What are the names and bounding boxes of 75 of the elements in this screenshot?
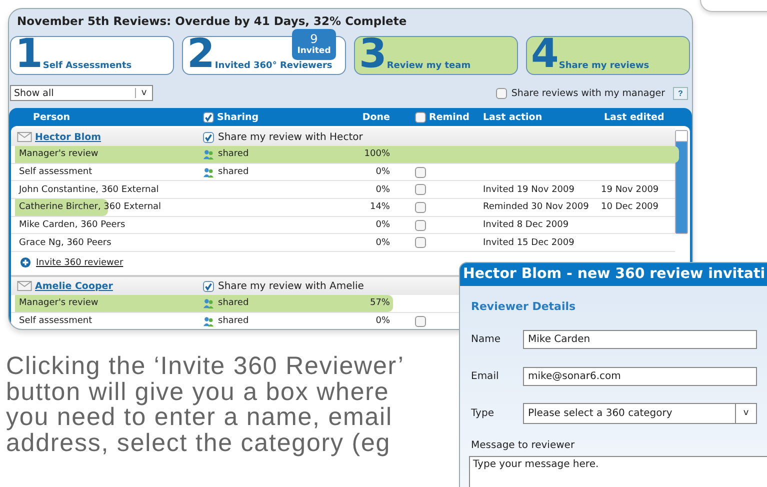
checkbox[interactable] [415,316,426,327]
checkbox[interactable] [415,220,426,231]
checkbox[interactable] [415,166,426,178]
envelope-icon[interactable] [17,132,32,142]
table-cell: Catherine Bircher, 360 External [19,202,162,212]
invite-link[interactable]: Invite 360 reviewer [36,258,124,268]
filter-dropdown[interactable]: Show all v [10,85,153,101]
table-cell: 0% [376,316,390,326]
table-cell: John Constantine, 360 External [19,184,159,195]
table-cell: 57% [370,298,390,308]
table-cell: Invited 15 Dec 2009 [483,238,574,248]
table-cell: shared [218,167,249,178]
checkbox[interactable] [415,237,426,248]
people-icon [203,148,214,160]
step-tile[interactable]: 3 Review my team [354,36,518,75]
checkbox[interactable] [203,132,214,142]
table-cell: 19 Nov 2009 [601,184,659,195]
checkbox[interactable] [415,202,426,213]
column-header: Sharing [217,112,259,122]
checkbox[interactable] [496,88,508,98]
section-heading: Reviewer Details [471,300,577,313]
envelope-icon[interactable] [17,281,32,292]
table-cell: shared [218,149,249,160]
checkbox-label: Share my review with Hector [218,132,363,142]
panel-title: November 5th Reviews: Overdue by 41 Days, 32% Complete [16,13,408,30]
help-button[interactable]: ? [673,86,688,100]
people-icon [203,166,214,178]
table-cell: Self assessment [19,316,92,326]
table-cell: Grace Ng, 360 Peers [19,238,112,248]
header-checkbox[interactable] [203,112,214,122]
column-header: Last action [483,112,542,122]
caption-text: Clicking the ‘Invite 360 Reviewer’ button will give you a box where you need to enter a name, email address, select the category (eg [6,354,404,456]
column-header: Done [362,112,390,122]
table-cell: 10 Dec 2009 [601,202,658,212]
table-cell: Invited 8 Dec 2009 [483,220,569,230]
field-label: Type [471,408,495,418]
scrollbar[interactable] [675,130,688,234]
column-header: Last edited [604,112,664,122]
checkbox-label: Share reviews with my manager [511,88,665,98]
dialog-title: Hector Blom - new 360 review invitati [460,263,767,286]
people-icon [203,316,214,327]
table-cell: Reminded 30 Nov 2009 [483,202,589,212]
type-dropdown[interactable]: Please select a 360 category v [523,402,757,424]
checkbox[interactable] [203,280,214,292]
checkbox-label: Share my review with Amelie [218,280,364,292]
table-cell: Manager's review [19,298,98,308]
table-cell: shared [218,316,249,326]
table-cell: Self assessment [19,167,92,178]
name-field[interactable]: Mike Carden [523,330,757,348]
table-cell: 0% [376,220,390,230]
step-tile[interactable]: 1 Self Assessments [10,36,174,75]
table-cell: Invited 19 Nov 2009 [483,184,574,195]
header-checkbox[interactable] [415,112,426,122]
table-cell: 0% [376,167,390,178]
invited-count-tooltip: 9 Invited [292,29,336,60]
table-cell: 14% [370,202,390,212]
table-cell: 0% [376,184,390,195]
email-field[interactable]: mike@sonar6.com [523,366,757,386]
checkbox[interactable] [415,184,426,196]
table-cell: Manager's review [19,149,98,160]
step-tile[interactable]: 4 Share my reviews [526,36,690,75]
field-label: Name [471,334,502,344]
person-link[interactable]: Amelie Cooper [35,280,113,292]
person-link[interactable]: Hector Blom [35,132,102,142]
table-cell: 0% [376,238,390,248]
plus-icon[interactable] [20,257,31,268]
table-cell: Mike Carden, 360 Peers [19,220,126,230]
field-label: Email [471,370,500,382]
table-cell: shared [218,298,249,308]
table-cell: 100% [364,149,390,160]
people-icon [203,298,214,309]
message-field[interactable]: Type your message here. [469,456,767,487]
column-header: Person [33,112,70,122]
field-label: Message to reviewer [471,440,576,451]
column-header: Remind [429,112,470,122]
